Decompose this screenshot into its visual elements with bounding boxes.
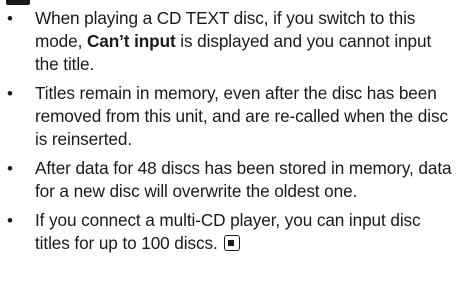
notes-header-mark	[6, 0, 30, 5]
list-item: • If you connect a multi-CD player, you …	[6, 209, 452, 255]
list-item: • Titles remain in memory, even after th…	[6, 82, 452, 151]
display-message: Can’t input	[86, 31, 176, 51]
bullet-icon: •	[7, 84, 13, 103]
bullet-icon: •	[7, 9, 13, 28]
bullet-icon: •	[7, 211, 13, 230]
notes-list: • When playing a CD TEXT disc, if you sw…	[6, 7, 452, 261]
end-mark-icon	[223, 235, 240, 251]
list-item: • After data for 48 discs has been store…	[6, 157, 452, 203]
end-mark-dot	[228, 239, 235, 246]
bullet-icon: •	[7, 159, 13, 178]
note-text: After data for 48 discs has been stored …	[35, 158, 452, 201]
list-item: • When playing a CD TEXT disc, if you sw…	[6, 7, 452, 76]
note-text: Titles remain in memory, even after the …	[35, 83, 448, 149]
